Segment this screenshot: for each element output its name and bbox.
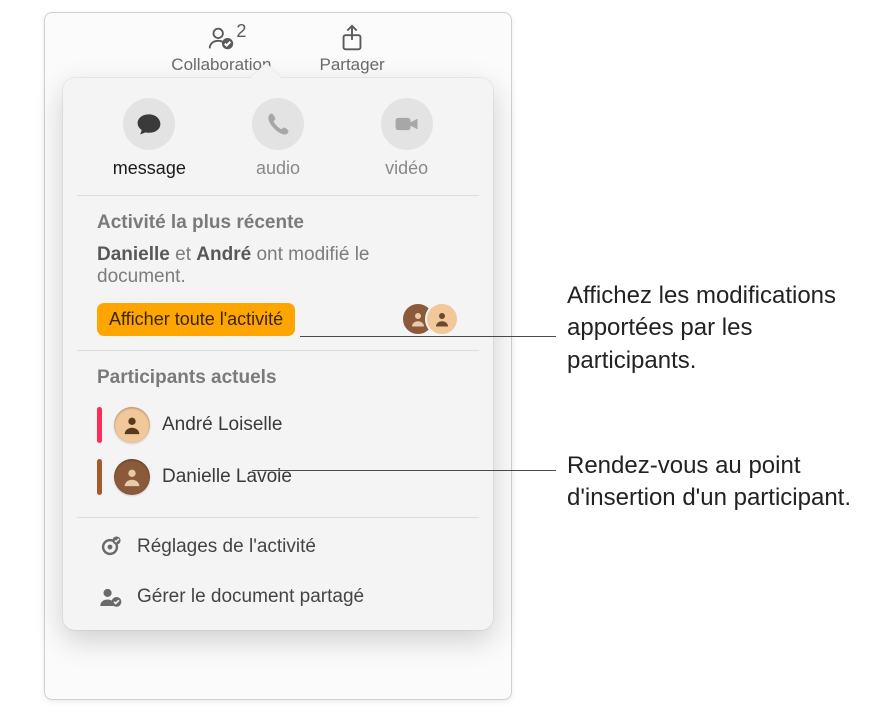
collaboration-popover: message audio vidéo Activité la plus réc… — [63, 78, 493, 630]
contact-video-button[interactable]: vidéo — [352, 98, 462, 179]
collaboration-icon: 2 — [206, 23, 236, 53]
toolbar: 2 Collaboration Partager — [45, 13, 511, 83]
toolbar-collaboration-button[interactable]: 2 Collaboration — [171, 23, 271, 75]
message-icon — [123, 98, 175, 150]
participants-section: Participants actuels André Loiselle Dani… — [77, 351, 479, 518]
contact-video-label: vidéo — [385, 158, 428, 179]
callout-participant: Rendez-vous au point d'insertion d'un pa… — [567, 450, 887, 515]
participant-name: André Loiselle — [162, 414, 282, 436]
activity-avatar-stack — [401, 302, 459, 336]
activity-name-2: André — [196, 244, 251, 265]
activity-row: Afficher toute l'activité — [97, 302, 459, 336]
participants-title: Participants actuels — [97, 367, 459, 389]
presence-bar — [97, 459, 102, 495]
activity-summary: Danielle et André ont modifié le documen… — [97, 244, 459, 288]
video-icon — [381, 98, 433, 150]
participant-row[interactable]: Danielle Lavoie — [97, 451, 459, 503]
gear-badge-icon — [97, 534, 123, 560]
presence-bar — [97, 407, 102, 443]
recent-activity-section: Activité la plus récente Danielle et And… — [77, 196, 479, 351]
toolbar-share-label: Partager — [319, 55, 384, 75]
collaboration-count: 2 — [236, 21, 246, 42]
manage-shared-row[interactable]: Gérer le document partagé — [97, 572, 459, 622]
phone-icon — [252, 98, 304, 150]
share-icon — [337, 23, 367, 53]
activity-connector: et — [175, 244, 191, 265]
contact-row: message audio vidéo — [77, 78, 479, 196]
callout-activity: Affichez les modifications apportées par… — [567, 280, 887, 377]
contact-message-label: message — [113, 158, 186, 179]
people-badge-icon — [97, 584, 123, 610]
callout-line — [252, 470, 556, 471]
action-list: Réglages de l'activité Gérer le document… — [77, 518, 479, 622]
toolbar-share-button[interactable]: Partager — [319, 23, 384, 75]
callout-line — [300, 336, 556, 337]
activity-name-1: Danielle — [97, 244, 170, 265]
avatar-icon — [425, 302, 459, 336]
avatar-icon — [114, 459, 150, 495]
contact-message-button[interactable]: message — [94, 98, 204, 179]
participant-row[interactable]: André Loiselle — [97, 399, 459, 451]
show-all-activity-button[interactable]: Afficher toute l'activité — [97, 303, 295, 336]
contact-audio-button[interactable]: audio — [223, 98, 333, 179]
activity-settings-row[interactable]: Réglages de l'activité — [97, 522, 459, 572]
manage-shared-label: Gérer le document partagé — [137, 586, 364, 608]
recent-activity-title: Activité la plus récente — [97, 212, 459, 234]
contact-audio-label: audio — [256, 158, 300, 179]
avatar-icon — [114, 407, 150, 443]
activity-settings-label: Réglages de l'activité — [137, 536, 316, 558]
